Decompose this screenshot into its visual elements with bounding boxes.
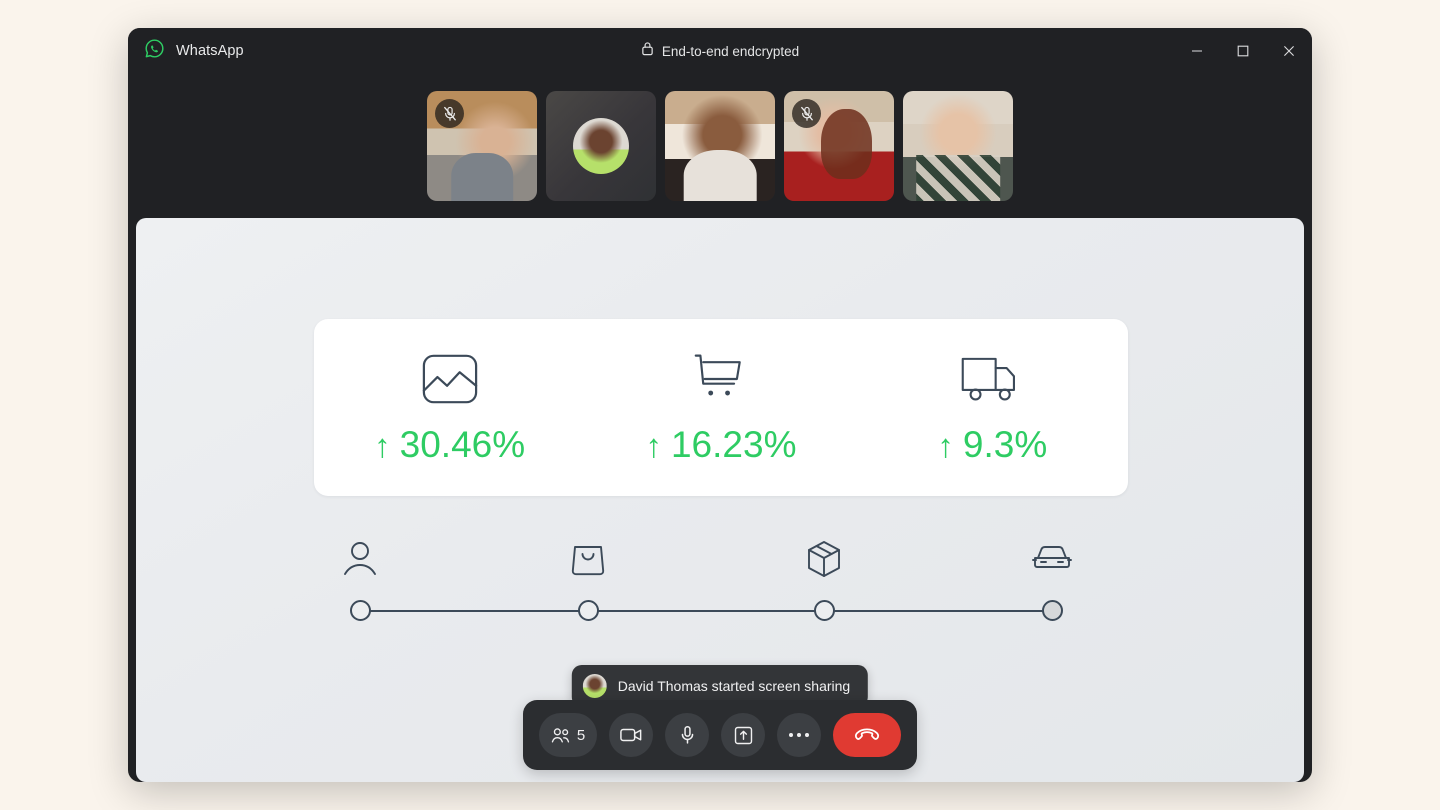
encryption-indicator: End-to-end endcrypted <box>128 28 1312 74</box>
avatar <box>582 674 607 698</box>
window-controls <box>1174 28 1312 74</box>
package-box-icon <box>806 540 842 583</box>
metric-value: ↑ 9.3% <box>937 424 1047 466</box>
participants-count: 5 <box>576 726 586 744</box>
trend-up-arrow-icon: ↑ <box>937 426 954 464</box>
whatsapp-call-window: WhatsApp End-to-end endcrypted ↑ 30.46% … <box>128 28 1312 782</box>
shared-screen-stage: ↑ 30.46% ↑ 16.23% ↑ 9.3% David Thomas st… <box>136 218 1304 782</box>
chart-image-icon <box>421 350 479 408</box>
metrics-card: ↑ 30.46% ↑ 16.23% ↑ 9.3% <box>314 319 1128 496</box>
shopping-cart-icon <box>692 350 750 408</box>
person-icon <box>343 540 377 583</box>
car-icon <box>1032 540 1072 583</box>
minimize-icon[interactable] <box>1174 28 1220 74</box>
timeline-node[interactable] <box>1041 599 1063 621</box>
order-progress-timeline <box>344 540 1072 635</box>
more-options-icon <box>789 733 809 737</box>
timeline-track <box>360 610 1052 612</box>
metric-item: ↑ 9.3% <box>857 319 1128 496</box>
timeline-node[interactable] <box>813 599 835 621</box>
close-icon[interactable] <box>1266 28 1312 74</box>
participants-button[interactable]: 5 <box>539 713 597 757</box>
avatar <box>573 118 629 174</box>
metric-item: ↑ 16.23% <box>585 319 856 496</box>
more-options-button[interactable] <box>777 713 821 757</box>
camera-button[interactable] <box>609 713 653 757</box>
app-brand: WhatsApp <box>128 38 244 64</box>
participant-thumbnail[interactable] <box>665 91 775 201</box>
toast-message: David Thomas started screen sharing <box>617 678 851 694</box>
participant-thumbnail-strip <box>128 74 1312 218</box>
people-icon <box>551 727 569 743</box>
share-screen-icon <box>734 726 752 744</box>
microphone-button[interactable] <box>665 713 709 757</box>
share-screen-button[interactable] <box>721 713 765 757</box>
metric-percent: 9.3% <box>962 423 1048 465</box>
title-bar: WhatsApp End-to-end endcrypted <box>128 28 1312 74</box>
participant-thumbnail[interactable] <box>546 91 656 201</box>
mic-off-icon <box>435 99 464 128</box>
lock-icon <box>641 41 654 61</box>
metric-percent: 30.46% <box>399 423 526 465</box>
participant-video <box>903 91 1013 201</box>
timeline-icons <box>344 540 1072 590</box>
delivery-truck-icon <box>960 350 1024 408</box>
call-control-bar: 5 <box>523 700 917 770</box>
participant-thumbnail[interactable] <box>427 91 537 201</box>
trend-up-arrow-icon: ↑ <box>645 426 662 464</box>
maximize-icon[interactable] <box>1220 28 1266 74</box>
whatsapp-logo-icon <box>144 38 165 64</box>
end-call-button[interactable] <box>833 713 901 757</box>
participant-thumbnail[interactable] <box>784 91 894 201</box>
video-camera-icon <box>620 728 642 742</box>
trend-up-arrow-icon: ↑ <box>374 426 391 464</box>
metric-item: ↑ 30.46% <box>314 319 585 496</box>
mic-off-icon <box>792 99 821 128</box>
app-name: WhatsApp <box>176 43 244 59</box>
end-call-icon <box>854 728 880 740</box>
timeline-node[interactable] <box>349 599 371 621</box>
encryption-label: End-to-end endcrypted <box>661 43 800 59</box>
timeline-node[interactable] <box>577 599 599 621</box>
metric-value: ↑ 16.23% <box>645 424 796 466</box>
shopping-bag-icon <box>571 540 605 583</box>
participant-thumbnail[interactable] <box>903 91 1013 201</box>
metric-value: ↑ 30.46% <box>374 424 525 466</box>
microphone-icon <box>681 726 693 744</box>
participant-video <box>665 91 775 201</box>
metric-percent: 16.23% <box>670 423 797 465</box>
